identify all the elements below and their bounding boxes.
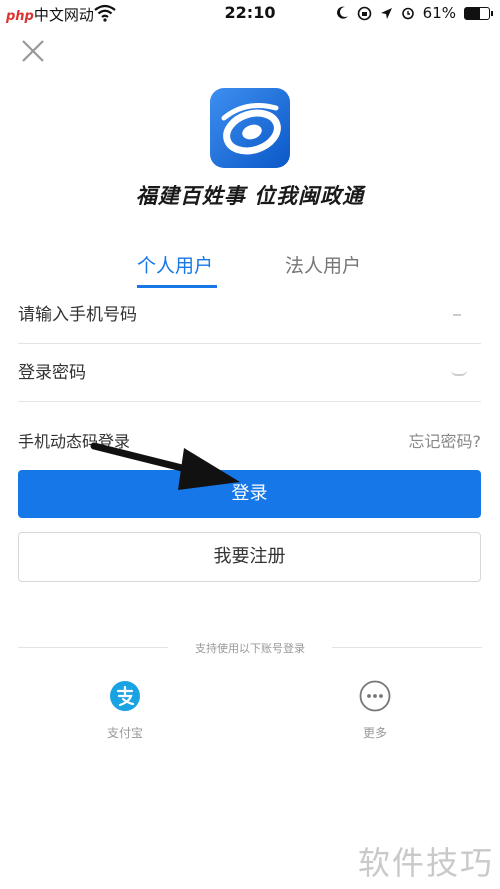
more-label: 更多 [362, 726, 387, 740]
password-field-row [18, 346, 481, 402]
password-input[interactable] [18, 353, 418, 393]
forgot-password-link[interactable]: 忘记密码? [409, 428, 482, 452]
alipay-icon [110, 681, 140, 711]
moon-icon [336, 6, 348, 19]
alarm-icon [401, 7, 414, 20]
status-bar: php中文网动 22:10 61% [0, 0, 500, 28]
alipay-label: 支付宝 [106, 726, 143, 740]
phone-input[interactable] [18, 295, 418, 335]
battery-icon [464, 6, 493, 20]
location-icon [380, 7, 392, 19]
clear-icon[interactable] [453, 314, 461, 316]
tab-legal-user[interactable]: 法人用户 [285, 252, 361, 288]
app-logo [210, 88, 290, 168]
other-login-divider-text: 支持使用以下账号登录 [195, 642, 305, 655]
register-button[interactable]: 我要注册 [18, 532, 481, 582]
more-icon [359, 680, 391, 712]
watermark: 软件技巧 [357, 844, 494, 882]
arrow-annotation [90, 442, 240, 490]
slogan: 福建百姓事 位我闽政通 [135, 183, 365, 208]
rotation-lock-icon [357, 6, 371, 20]
close-button[interactable] [19, 37, 47, 65]
battery-fill [465, 7, 480, 19]
status-right-group: 61% [336, 4, 493, 22]
phone-field-row [18, 288, 481, 344]
divider-right [332, 647, 482, 648]
alipay-login-option[interactable]: 支付宝 [95, 680, 155, 741]
battery-percent: 61% [422, 4, 456, 22]
tab-personal-user[interactable]: 个人用户 [137, 252, 213, 288]
more-login-option[interactable]: 更多 [345, 680, 405, 741]
eye-closed-icon[interactable] [451, 370, 467, 376]
user-type-tabs: 个人用户 法人用户 [0, 252, 500, 292]
